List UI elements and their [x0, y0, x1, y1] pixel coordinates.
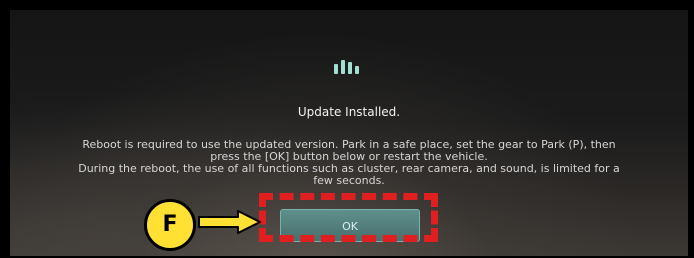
highlight-box	[259, 193, 438, 242]
dialog-message: Reboot is required to use the updated ve…	[10, 139, 688, 187]
screenshot-frame: Update Installed. Reboot is required to …	[0, 0, 694, 258]
message-line: few seconds.	[313, 174, 385, 187]
callout-label-f: F	[144, 199, 196, 251]
callout-arrow-icon	[198, 210, 261, 234]
update-progress-icon	[332, 56, 366, 76]
dialog-title: Update Installed.	[297, 105, 401, 119]
